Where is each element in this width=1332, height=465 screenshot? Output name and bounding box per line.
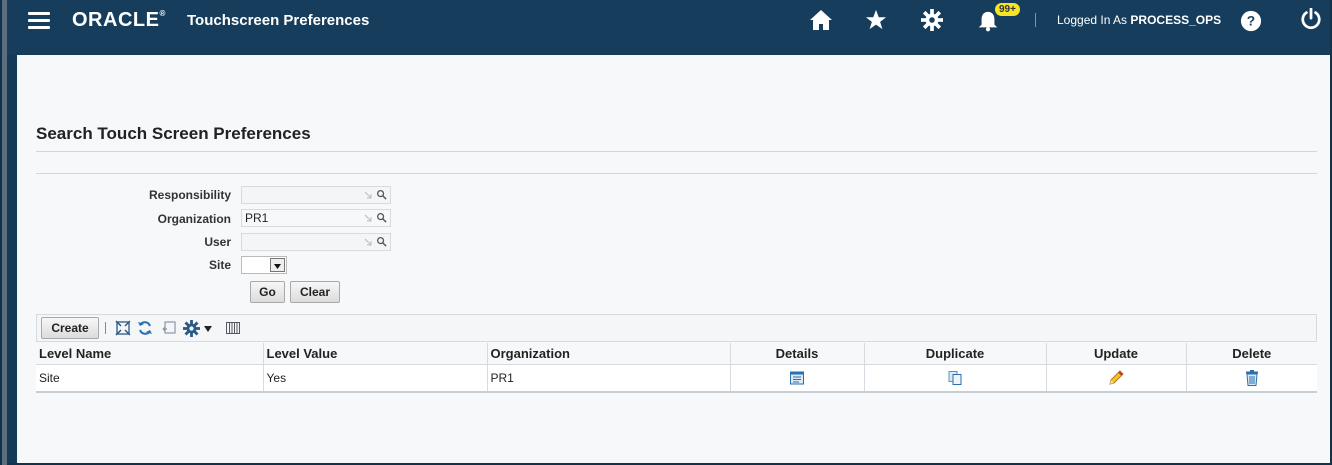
help-icon[interactable]: ? [1240,10,1262,32]
username: PROCESS_OPS [1130,13,1222,27]
table-row: Site Yes PR1 [36,364,1317,393]
settings-icon[interactable] [921,9,943,31]
divider [36,173,1317,174]
column-header-delete: Delete [1186,343,1317,365]
left-strip [2,0,7,465]
chevron-down-icon[interactable] [203,325,213,333]
column-header-details: Details [730,343,865,365]
favorites-icon[interactable] [865,9,887,31]
main-content: Search Touch Screen Preferences Responsi… [17,55,1330,463]
user-label: User [204,235,231,249]
column-header-update: Update [1046,343,1187,365]
search-icon[interactable] [376,189,387,200]
trash-icon[interactable] [1244,369,1260,387]
site-select[interactable] [241,256,287,274]
logged-in-label: Logged In As PROCESS_OPS [1057,13,1222,27]
results-table: Level Name Level Value Organization Deta… [36,343,1317,393]
toolbar-separator [105,322,106,334]
lov-arrow-icon [364,191,372,199]
notification-badge: 99+ [995,3,1020,16]
detach-icon[interactable] [115,320,131,336]
go-button[interactable]: Go [250,281,285,303]
freeze-icon[interactable] [161,320,177,336]
results-toolbar: Create [36,314,1317,342]
global-header: ORACLE® Touchscreen Preferences 99+ Logg… [7,0,1330,55]
lov-arrow-icon [364,238,372,246]
power-icon[interactable] [1300,8,1322,30]
column-header-duplicate: Duplicate [864,343,1047,365]
lov-arrow-icon [364,214,372,222]
details-icon[interactable] [789,370,805,386]
app-title: Touchscreen Preferences [187,12,370,29]
refresh-icon[interactable] [137,320,153,336]
site-label: Site [208,258,231,272]
responsibility-input[interactable] [241,186,391,204]
pencil-icon[interactable] [1107,369,1125,387]
columns-icon[interactable] [225,320,241,336]
oracle-logo: ORACLE® [72,9,166,31]
cell-update [1046,364,1187,393]
table-header-row: Level Name Level Value Organization Deta… [36,343,1317,365]
page-title: Search Touch Screen Preferences [36,124,311,143]
chevron-down-icon[interactable] [270,258,285,272]
column-header-organization[interactable]: Organization [487,343,731,365]
cell-level-name: Site [36,364,264,393]
user-input[interactable] [241,233,391,251]
home-icon[interactable] [809,9,833,31]
gear-icon[interactable] [183,320,200,337]
search-icon[interactable] [376,212,387,223]
svg-text:?: ? [1247,14,1255,29]
search-icon[interactable] [376,236,387,247]
clear-button[interactable]: Clear [290,281,340,303]
cell-duplicate [864,364,1047,393]
menu-icon[interactable] [28,12,50,30]
header-separator [1035,13,1036,27]
create-button[interactable]: Create [41,317,99,339]
cell-organization: PR1 [487,364,731,393]
column-header-level-value[interactable]: Level Value [263,343,488,365]
organization-label: Organization [157,212,231,226]
cell-details [730,364,865,393]
cell-delete [1186,364,1317,393]
divider [36,151,1317,152]
duplicate-icon[interactable] [947,370,963,386]
organization-input[interactable]: PR1 [241,209,391,227]
responsibility-label: Responsibility [148,188,231,202]
column-header-level-name[interactable]: Level Name [36,343,264,365]
cell-level-value: Yes [263,364,488,393]
